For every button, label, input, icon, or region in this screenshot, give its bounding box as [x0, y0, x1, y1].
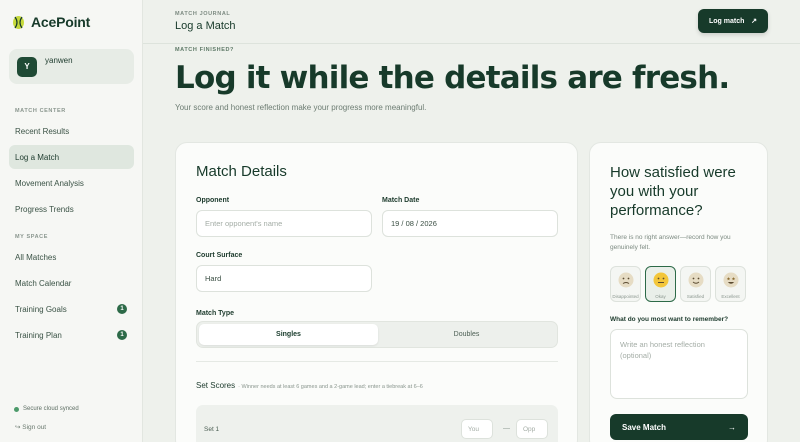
sidebar-item-movement-analysis[interactable]: Movement Analysis	[9, 171, 134, 195]
breadcrumb: MATCH JOURNAL	[175, 11, 231, 17]
sidebar-item-label: Log a Match	[15, 152, 60, 162]
option-label: Satisfied	[686, 294, 705, 299]
match-type-label: Match Type	[196, 310, 234, 317]
satisfaction-option-disappointed[interactable]: Disappointed	[610, 266, 641, 302]
section-label-my-space: MY SPACE	[15, 234, 49, 240]
satisfaction-option-excellent[interactable]: Excellent	[715, 266, 746, 302]
match-date-label: Match Date	[382, 197, 420, 204]
app-logo[interactable]: AcePoint	[12, 14, 90, 30]
avatar: Y	[17, 56, 37, 77]
sidebar-item-recent-results[interactable]: Recent Results	[9, 119, 134, 143]
court-surface-select[interactable]: Hard	[196, 265, 372, 292]
top-header: MATCH JOURNAL Log a Match Log match ↗	[143, 0, 800, 44]
option-label: Okay	[655, 294, 666, 299]
option-label: Excellent	[721, 294, 740, 299]
set-scores-label: Set Scores · Winner needs at least 6 game…	[196, 381, 423, 390]
page-title: Log a Match	[175, 20, 236, 32]
save-match-button[interactable]: Save Match →	[610, 414, 748, 440]
doubles-option[interactable]: Doubles	[377, 324, 556, 345]
sidebar-item-all-matches[interactable]: All Matches	[9, 245, 134, 269]
sign-out-link[interactable]: ↪ Sign out	[15, 423, 46, 431]
card-title: Match Details	[196, 163, 287, 180]
save-match-button-label: Save Match	[622, 422, 667, 432]
sidebar-item-label: All Matches	[15, 252, 57, 262]
match-details-card: Match Details Opponent Enter opponent's …	[175, 142, 578, 442]
option-label: Disappointed	[612, 294, 639, 299]
log-match-button-label: Log match	[709, 17, 745, 25]
sync-status: Secure cloud synced	[14, 406, 79, 412]
score-separator: —	[503, 425, 510, 432]
sidebar-item-label: Recent Results	[15, 126, 70, 136]
match-date-input[interactable]: 19 / 08 / 2026	[382, 210, 558, 237]
hero-title: Log it while the details are fresh.	[175, 60, 730, 96]
hero-eyebrow: MATCH FINISHED?	[175, 47, 235, 53]
sidebar-item-label: Training Goals	[15, 304, 67, 314]
count-badge: 1	[117, 304, 127, 314]
set-row: Set 1 You — Opp	[196, 405, 558, 442]
sidebar-item-log-a-match[interactable]: Log a Match	[9, 145, 134, 169]
arrow-right-icon: →	[728, 422, 736, 432]
count-badge: 1	[117, 330, 127, 340]
satisfaction-title: How satisfied were you with your perform…	[610, 164, 736, 219]
score-opp-input[interactable]: Opp	[516, 419, 548, 439]
reflection-textarea[interactable]: Write an honest reflection (optional)	[610, 329, 748, 399]
satisfaction-options: Disappointed Okay Satisfied Excellent	[610, 266, 746, 302]
section-label-match-center: MATCH CENTER	[15, 108, 66, 114]
sidebar-item-training-goals[interactable]: Training Goals 1	[9, 297, 134, 321]
divider	[196, 361, 558, 362]
app-name: AcePoint	[31, 14, 91, 30]
sidebar-item-match-calendar[interactable]: Match Calendar	[9, 271, 134, 295]
user-card[interactable]: Y yanwen	[9, 49, 134, 84]
hero-subtitle: Your score and honest reflection make yo…	[175, 103, 427, 112]
sidebar-item-label: Match Calendar	[15, 278, 72, 288]
set-scores-hint: · Winner needs at least 6 games and a 2-…	[238, 384, 423, 390]
tennis-ball-icon	[13, 15, 24, 29]
sync-status-text: Secure cloud synced	[23, 406, 79, 412]
status-dot-icon	[14, 406, 19, 412]
opponent-label: Opponent	[196, 197, 230, 204]
court-surface-label: Court Surface	[196, 252, 243, 259]
sign-out-label: Sign out	[22, 424, 47, 431]
sidebar-item-label: Movement Analysis	[15, 178, 84, 188]
satisfaction-option-okay[interactable]: Okay	[645, 266, 676, 302]
satisfaction-hint: There is no right answer—record how you …	[610, 234, 731, 251]
star-eyes-face-icon	[723, 272, 739, 288]
sidebar-item-label: Training Plan	[15, 330, 62, 340]
set-scores-title: Set Scores	[196, 381, 236, 390]
smiling-face-icon	[688, 272, 704, 288]
satisfaction-card: How satisfied were you with your perform…	[589, 142, 768, 442]
disappointed-face-icon	[618, 272, 634, 288]
satisfaction-option-satisfied[interactable]: Satisfied	[680, 266, 711, 302]
singles-option[interactable]: Singles	[199, 324, 378, 345]
opponent-input[interactable]: Enter opponent's name	[196, 210, 372, 237]
sidebar-item-label: Progress Trends	[15, 204, 74, 214]
arrow-up-right-icon: ↗	[751, 18, 757, 25]
match-type-toggle: Singles Doubles	[196, 321, 558, 348]
remember-label: What do you most want to remember?	[610, 316, 729, 323]
log-match-button[interactable]: Log match ↗	[698, 9, 768, 33]
sidebar: AcePoint Y yanwen MATCH CENTER Recent Re…	[0, 0, 143, 442]
set-label: Set 1	[204, 426, 220, 433]
sidebar-item-training-plan[interactable]: Training Plan 1	[9, 323, 134, 347]
sidebar-item-progress-trends[interactable]: Progress Trends	[9, 197, 134, 221]
neutral-face-icon	[653, 272, 669, 288]
score-you-input[interactable]: You	[461, 419, 493, 439]
user-name: yanwen	[45, 56, 73, 65]
